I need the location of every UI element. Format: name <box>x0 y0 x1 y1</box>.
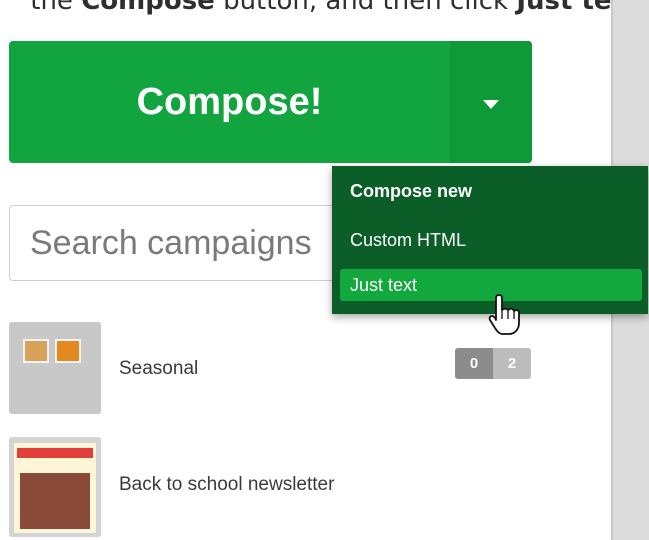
hand-pointer-icon <box>488 294 520 335</box>
campaign-thumbnail-seasonal[interactable] <box>9 322 101 414</box>
instruction-compose-word: Compose <box>81 0 215 16</box>
thumbnail-image <box>23 339 49 363</box>
campaign-name-newsletter[interactable]: Back to school newsletter <box>119 474 334 496</box>
menu-item-custom-html[interactable]: Custom HTML <box>340 224 642 256</box>
campaign-name-seasonal[interactable]: Seasonal <box>119 358 198 380</box>
newsletter-photo <box>20 473 90 529</box>
compose-split-button: Compose! <box>9 41 532 163</box>
badge-count-a: 0 <box>455 348 493 379</box>
compose-button[interactable]: Compose! <box>9 41 450 163</box>
menu-item-compose-new[interactable]: Compose new <box>340 175 642 207</box>
compose-dropdown-menu: Compose new Custom HTML Just text <box>332 166 648 314</box>
campaign-thumbnail-newsletter[interactable] <box>9 437 101 537</box>
newsletter-preview <box>14 443 96 533</box>
search-input[interactable] <box>9 205 349 281</box>
thumbnail-image <box>55 339 81 363</box>
compose-dropdown-toggle[interactable] <box>450 41 532 163</box>
campaign-count-badge: 0 2 <box>455 348 531 379</box>
instruction-text: the Compose button, and then click Just … <box>0 0 649 26</box>
badge-count-b: 2 <box>493 348 531 379</box>
newsletter-header-bar <box>17 448 93 458</box>
compose-button-label: Compose! <box>136 80 323 123</box>
caret-down-icon <box>483 99 499 109</box>
